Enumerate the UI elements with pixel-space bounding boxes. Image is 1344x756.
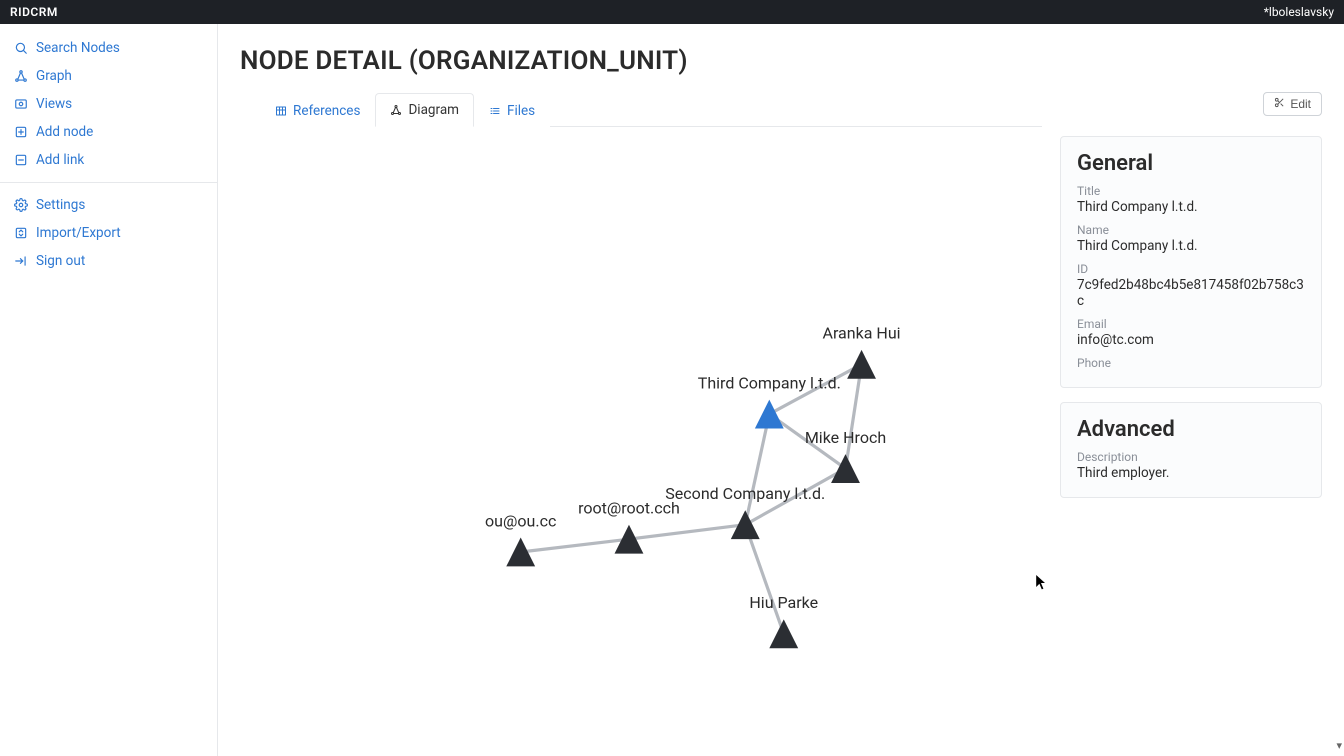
graph-icon xyxy=(14,69,28,83)
diagram-node-label: Hiu Parke xyxy=(749,593,818,612)
sidebar-item-label: Add link xyxy=(36,152,84,168)
sidebar-item-label: Views xyxy=(36,96,72,112)
add-node-icon xyxy=(14,125,28,139)
value-email: info@tc.com xyxy=(1077,332,1305,348)
tab-files[interactable]: Files xyxy=(474,94,550,127)
sidebar-item-import-export[interactable]: Import/Export xyxy=(0,219,217,247)
diagram-canvas[interactable]: Aranka Hui Third Company l.t.d. Mike Hroch… xyxy=(240,127,1042,746)
diagram-node-mike[interactable]: Mike Hroch xyxy=(805,428,886,483)
diagram-node-root[interactable]: root@root.cch xyxy=(578,498,680,553)
tab-label: References xyxy=(293,103,360,119)
scissors-icon xyxy=(1274,97,1285,111)
tab-label: Files xyxy=(507,103,535,119)
sidebar-item-add-node[interactable]: Add node xyxy=(0,118,217,146)
sidebar-item-label: Graph xyxy=(36,68,72,84)
topbar: RIDCRM *lboleslavsky xyxy=(0,0,1344,24)
edit-button[interactable]: Edit xyxy=(1263,92,1322,116)
sign-out-icon xyxy=(14,254,28,268)
sidebar-item-graph[interactable]: Graph xyxy=(0,62,217,90)
sidebar: Search Nodes Graph Views Add node Add link S… xyxy=(0,24,218,756)
panel-advanced-heading: Advanced xyxy=(1077,417,1305,442)
edit-button-label: Edit xyxy=(1290,97,1311,111)
tab-references[interactable]: References xyxy=(260,94,375,127)
value-name: Third Company l.t.d. xyxy=(1077,238,1305,254)
diagram-edge[interactable] xyxy=(629,525,745,539)
sidebar-item-search-nodes[interactable]: Search Nodes xyxy=(0,34,217,62)
settings-icon xyxy=(14,198,28,212)
sidebar-item-label: Add node xyxy=(36,124,93,140)
diagram-node-third[interactable]: Third Company l.t.d. xyxy=(698,373,841,428)
sidebar-item-settings[interactable]: Settings xyxy=(0,191,217,219)
diagram-node-label: ou@ou.cc xyxy=(485,511,556,530)
graph-icon xyxy=(390,104,402,116)
diagram-edge[interactable] xyxy=(846,364,862,468)
label-id: ID xyxy=(1077,262,1305,276)
sidebar-item-sign-out[interactable]: Sign out xyxy=(0,247,217,275)
diagram-edge[interactable] xyxy=(521,539,629,552)
table-icon xyxy=(275,105,287,117)
label-title: Title xyxy=(1077,184,1305,198)
sidebar-item-label: Search Nodes xyxy=(36,40,120,56)
sidebar-item-label: Sign out xyxy=(36,253,85,269)
sidebar-item-add-link[interactable]: Add link xyxy=(0,146,217,174)
diagram-node-label: Aranka Hui xyxy=(823,324,901,343)
diagram-node-label: Second Company l.t.d. xyxy=(665,484,825,503)
diagram-node-label: root@root.cch xyxy=(578,498,680,517)
label-phone: Phone xyxy=(1077,356,1305,370)
diagram-node-aranka[interactable]: Aranka Hui xyxy=(823,324,901,379)
page-title: NODE DETAIL (ORGANIZATION_UNIT) xyxy=(218,24,1344,92)
sidebar-item-label: Settings xyxy=(36,197,85,213)
panel-general-heading: General xyxy=(1077,151,1305,176)
sidebar-divider xyxy=(0,182,217,183)
diagram-node-ou[interactable]: ou@ou.cc xyxy=(485,511,556,566)
search-icon xyxy=(14,41,28,55)
label-name: Name xyxy=(1077,223,1305,237)
cursor-icon xyxy=(1036,575,1046,591)
value-id: 7c9fed2b48bc4b5e817458f02b758c3c xyxy=(1077,277,1305,309)
sidebar-item-label: Import/Export xyxy=(36,225,121,241)
import-export-icon xyxy=(14,226,28,240)
list-icon xyxy=(489,105,501,117)
add-link-icon xyxy=(14,153,28,167)
current-user[interactable]: *lboleslavsky xyxy=(1264,5,1334,19)
diagram-node-label: Mike Hroch xyxy=(805,428,886,447)
diagram-node-hiu[interactable]: Hiu Parke xyxy=(749,593,818,648)
tab-diagram[interactable]: Diagram xyxy=(375,93,474,127)
tab-label: Diagram xyxy=(408,102,459,118)
tabs: References Diagram Files xyxy=(260,92,1042,127)
sidebar-item-views[interactable]: Views xyxy=(0,90,217,118)
panel-general: General TitleThird Company l.t.d. NameTh… xyxy=(1060,136,1322,388)
scroll-indicator-icon[interactable]: ▾ xyxy=(1336,739,1342,752)
label-description: Description xyxy=(1077,450,1305,464)
value-description: Third employer. xyxy=(1077,465,1305,481)
app-name: RIDCRM xyxy=(10,5,58,19)
label-email: Email xyxy=(1077,317,1305,331)
diagram-edge[interactable] xyxy=(745,525,783,634)
value-title: Third Company l.t.d. xyxy=(1077,199,1305,215)
diagram-edge[interactable] xyxy=(745,414,769,525)
views-icon xyxy=(14,97,28,111)
diagram-node-label: Third Company l.t.d. xyxy=(698,373,841,392)
panel-advanced: Advanced DescriptionThird employer. xyxy=(1060,402,1322,498)
